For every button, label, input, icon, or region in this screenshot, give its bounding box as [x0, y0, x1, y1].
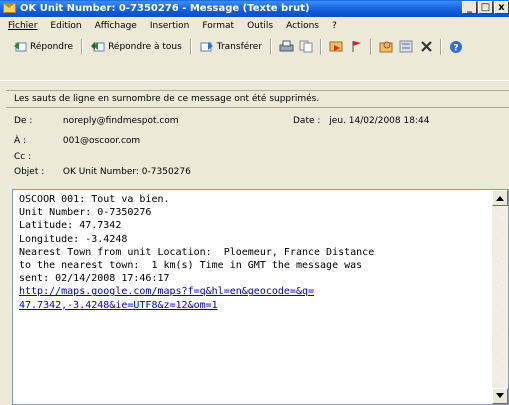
to-row: À : 001@oscoor.com [14, 136, 140, 146]
message-body[interactable]: OSCOOR 001: Tout va bien. Unit Number: 0… [12, 189, 509, 405]
toolbar-divider [440, 38, 443, 55]
subject-row: Objet : OK Unit Number: 0-7350276 [14, 167, 191, 177]
toolbar-divider [81, 38, 84, 55]
message-text: OSCOOR 001: Tout va bien. Unit Number: 0… [19, 193, 484, 312]
date-label: Date : [293, 116, 321, 126]
message-line: Unit Number: 0-7350276 [19, 207, 152, 219]
maximize-button[interactable]: □ [478, 1, 493, 14]
to-label: À : [14, 136, 27, 146]
to-value[interactable]: 001@oscoor.com [63, 136, 140, 146]
delete-icon [420, 41, 432, 52]
message-line: Latitude: 47.7342 [19, 220, 122, 232]
menu-affichage[interactable]: Affichage [95, 21, 137, 31]
envelope-icon [3, 3, 16, 13]
cc-label: Cc : [14, 152, 32, 162]
vertical-scrollbar[interactable] [492, 190, 508, 404]
forward-icon [200, 41, 214, 53]
message-line: Longitude: -3.4248 [19, 233, 128, 245]
reply-icon [13, 41, 27, 53]
message-line: to the nearest town: 1 km(s) Time in GMT… [19, 260, 363, 272]
toolbar-divider [370, 38, 373, 55]
reply-label: Répondre [30, 41, 74, 52]
toolbar-bottom-edge [0, 80, 509, 81]
contacts-button[interactable] [377, 37, 395, 56]
print-icon [279, 40, 294, 52]
print-button[interactable] [277, 37, 295, 56]
contacts-icon [379, 41, 393, 53]
delete-button[interactable] [417, 37, 435, 56]
move-to-folder-button[interactable] [327, 37, 345, 56]
date-value: jeu. 14/02/2008 18:44 [329, 116, 430, 126]
menu-insertion[interactable]: Insertion [150, 21, 190, 31]
maps-link-continued[interactable]: 47.7342,-3.4248&ie=UTF8&z=12&om=1 [19, 300, 218, 311]
menu-help[interactable]: ? [332, 21, 337, 31]
arrow-up-icon [496, 196, 504, 201]
menu-fichier[interactable]: Fichier [8, 21, 37, 31]
categorize-button[interactable] [397, 37, 415, 56]
message-header: De : noreply@findmespot.com Date : jeu. … [6, 108, 509, 180]
copy-icon [299, 40, 313, 53]
window-controls: _ □ x [462, 1, 509, 14]
categorize-icon [399, 40, 413, 53]
title-bar: OK Unit Number: 0-7350276 - Message (Tex… [0, 0, 509, 17]
help-icon: ? [450, 40, 463, 53]
close-button[interactable]: x [494, 1, 509, 14]
menu-edition[interactable]: Edition [50, 21, 81, 31]
info-bar-text: Les sauts de ligne en surnombre de ce me… [14, 94, 320, 104]
cc-row: Cc : [14, 152, 60, 162]
menu-outils[interactable]: Outils [247, 21, 273, 31]
menu-format[interactable]: Format [202, 21, 234, 31]
reply-all-button[interactable]: Répondre à tous [88, 37, 185, 56]
date-row: Date : jeu. 14/02/2008 18:44 [293, 116, 429, 126]
copy-button[interactable] [297, 37, 315, 56]
forward-label: Transférer [216, 41, 263, 52]
toolbar: Répondre Répondre à tous Transférer ? [0, 35, 509, 58]
flag-icon [352, 41, 362, 52]
subject-label: Objet : [14, 167, 45, 177]
scroll-down-button[interactable] [492, 388, 508, 404]
from-label: De : [14, 116, 33, 126]
message-line: sent: 02/14/2008 17:46:17 [19, 273, 170, 285]
from-row: De : noreply@findmespot.com [14, 116, 179, 126]
arrow-down-icon [496, 393, 504, 398]
flag-button[interactable] [347, 37, 365, 56]
message-line: OSCOOR 001: Tout va bien. [19, 194, 170, 205]
scroll-up-button[interactable] [492, 190, 508, 206]
toolbar-divider [320, 38, 323, 55]
from-value[interactable]: noreply@findmespot.com [63, 116, 179, 126]
menu-actions[interactable]: Actions [286, 21, 319, 31]
message-line: Nearest Town from unit Location: Ploemeu… [19, 246, 375, 258]
info-bar[interactable]: Les sauts de ligne en surnombre de ce me… [6, 90, 509, 108]
menu-bar: Fichier Edition Affichage Insertion Form… [0, 17, 509, 35]
svg-text:?: ? [453, 43, 458, 53]
minimize-button[interactable]: _ [462, 1, 477, 14]
help-button[interactable]: ? [447, 37, 465, 56]
maps-link[interactable]: http://maps.google.com/maps?f=q&hl=en&ge… [19, 286, 314, 297]
toolbar-divider [270, 38, 273, 55]
forward-button[interactable]: Transférer [197, 37, 265, 56]
toolbar-divider [189, 38, 192, 55]
reply-all-label: Répondre à tous [108, 41, 182, 52]
reply-button[interactable]: Répondre [10, 37, 76, 56]
window-title: OK Unit Number: 0-7350276 - Message (Tex… [20, 3, 310, 14]
move-folder-icon [329, 41, 343, 52]
reply-all-icon [91, 41, 105, 53]
subject-value: OK Unit Number: 0-7350276 [62, 167, 191, 177]
